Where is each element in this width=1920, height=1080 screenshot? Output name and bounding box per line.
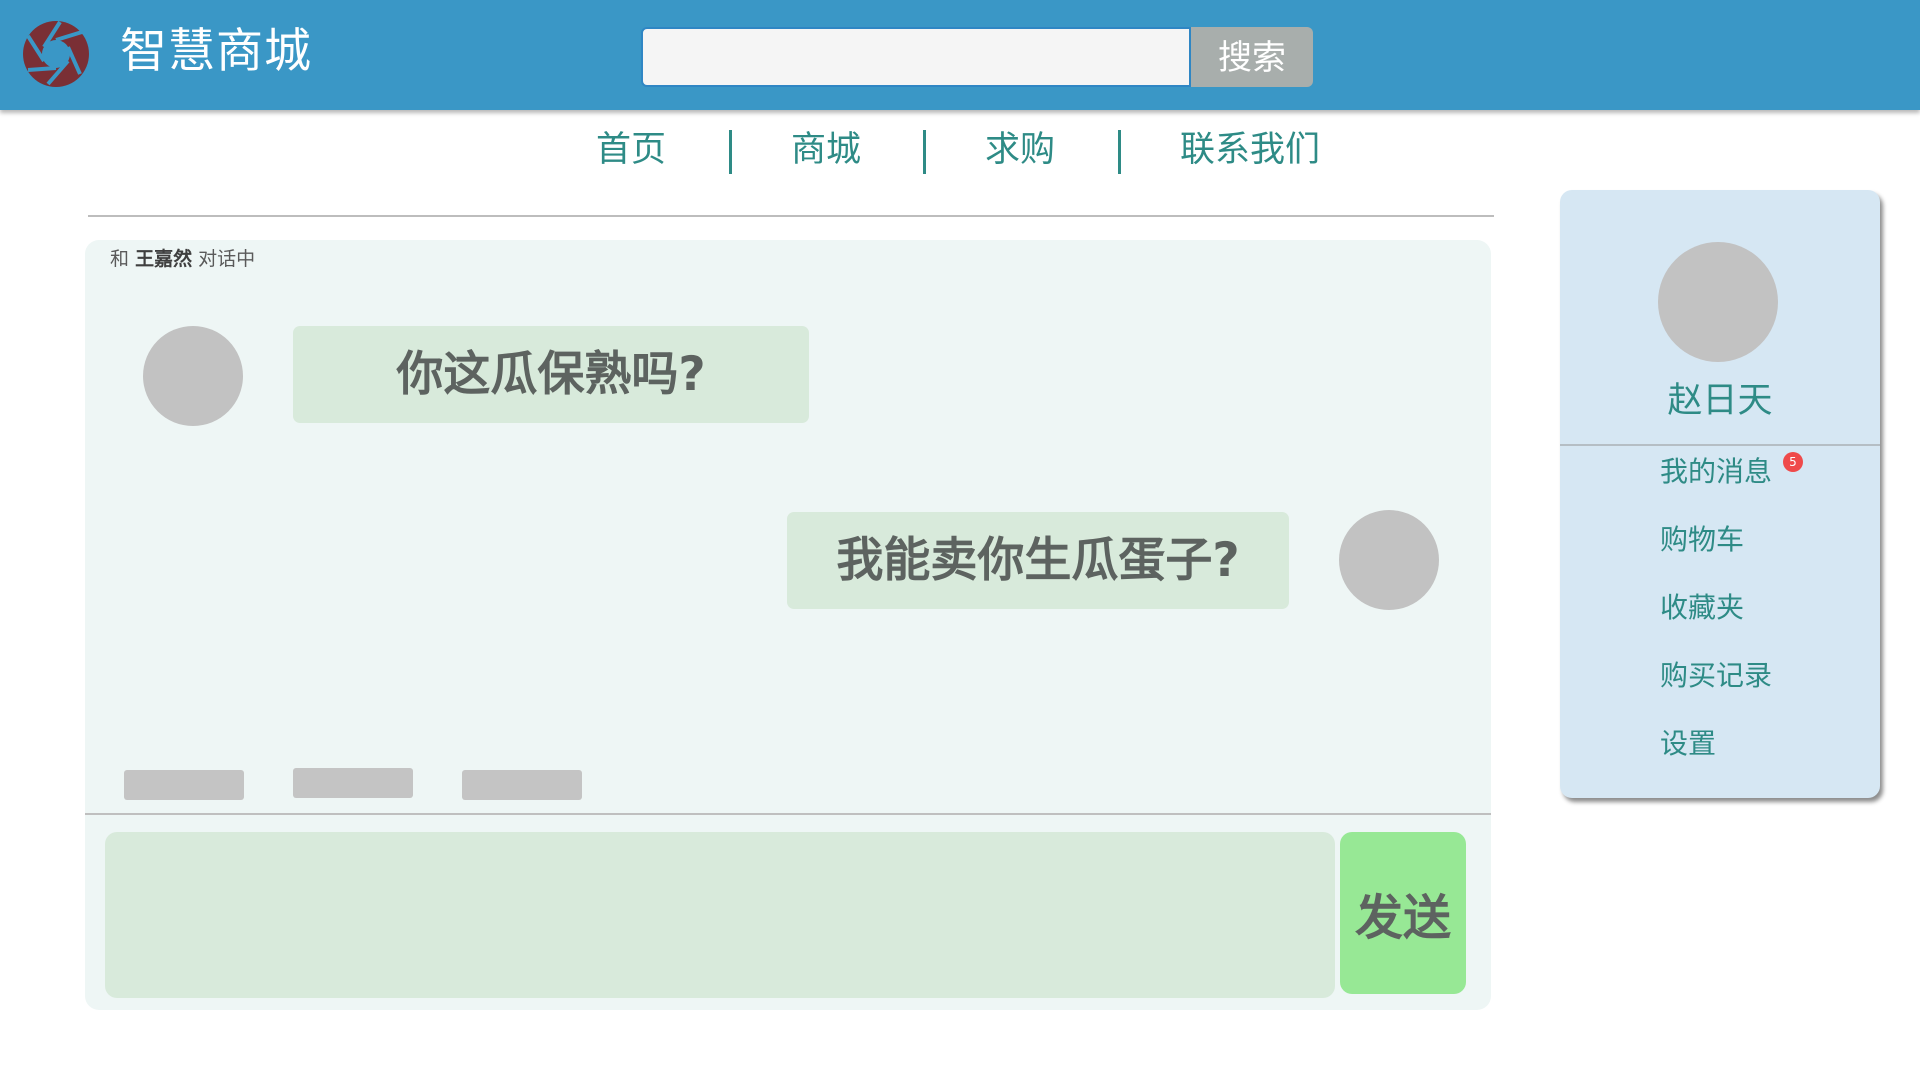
user-name: 赵日天 bbox=[1667, 381, 1773, 421]
message-bubble-outgoing: 我能卖你生瓜蛋子? bbox=[787, 512, 1289, 609]
self-avatar[interactable] bbox=[1339, 510, 1439, 610]
top-header: 智慧商城 搜索 bbox=[0, 0, 1920, 110]
partner-avatar[interactable] bbox=[143, 326, 243, 426]
compose-divider bbox=[85, 813, 1491, 815]
nav-item-home[interactable]: 首页 bbox=[596, 120, 666, 180]
menu-item-messages[interactable]: 我的消息 bbox=[1660, 452, 1772, 492]
send-button[interactable]: 发送 bbox=[1340, 832, 1466, 994]
user-avatar[interactable] bbox=[1658, 242, 1778, 362]
app-title: 智慧商城 bbox=[120, 24, 312, 79]
menu-item-purchase-history[interactable]: 购买记录 bbox=[1660, 656, 1772, 696]
user-card-divider bbox=[1560, 444, 1880, 446]
nav-item-wanted[interactable]: 求购 bbox=[985, 120, 1055, 180]
menu-item-cart[interactable]: 购物车 bbox=[1660, 520, 1744, 560]
nav-item-contact[interactable]: 联系我们 bbox=[1180, 120, 1320, 180]
menu-item-settings[interactable]: 设置 bbox=[1660, 724, 1716, 764]
search-input[interactable] bbox=[641, 27, 1191, 87]
main-nav: 首页 商城 求购 联系我们 bbox=[0, 120, 1920, 180]
conversation-header: 和 王嘉然 对话中 bbox=[110, 245, 255, 273]
nav-separator bbox=[1118, 130, 1121, 174]
quick-action-button[interactable] bbox=[462, 770, 582, 800]
nav-separator bbox=[729, 130, 732, 174]
user-card: 赵日天 我的消息 5 购物车 收藏夹 购买记录 设置 bbox=[1560, 190, 1880, 798]
message-input[interactable] bbox=[105, 832, 1335, 998]
aperture-logo-icon[interactable] bbox=[22, 20, 90, 88]
menu-item-favorites[interactable]: 收藏夹 bbox=[1660, 588, 1744, 628]
message-bubble-incoming: 你这瓜保熟吗? bbox=[293, 326, 809, 423]
quick-action-button[interactable] bbox=[124, 770, 244, 800]
quick-action-button[interactable] bbox=[293, 768, 413, 798]
nav-item-mall[interactable]: 商城 bbox=[791, 120, 861, 180]
conversation-suffix: 对话中 bbox=[198, 248, 256, 270]
conversation-prefix: 和 bbox=[110, 248, 130, 270]
chat-panel: 和 王嘉然 对话中 你这瓜保熟吗? 我能卖你生瓜蛋子? 发送 bbox=[85, 240, 1491, 1010]
nav-separator bbox=[923, 130, 926, 174]
partner-name[interactable]: 王嘉然 bbox=[135, 248, 192, 270]
search-button[interactable]: 搜索 bbox=[1191, 27, 1313, 87]
nav-divider bbox=[88, 215, 1494, 217]
unread-count-badge: 5 bbox=[1783, 452, 1803, 472]
